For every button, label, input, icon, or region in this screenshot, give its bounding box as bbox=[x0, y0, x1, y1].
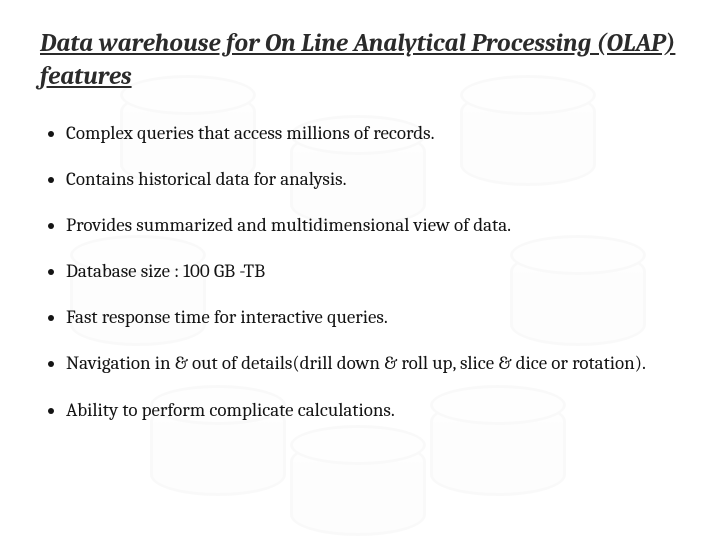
list-item: Contains historical data for analysis. bbox=[66, 161, 686, 197]
list-item: Navigation in & out of details(drill dow… bbox=[66, 345, 686, 381]
slide-title: Data warehouse for On Line Analytical Pr… bbox=[40, 28, 686, 93]
list-item: Complex queries that access millions of … bbox=[66, 115, 686, 151]
list-item: Fast response time for interactive queri… bbox=[66, 299, 686, 335]
bullet-list: Complex queries that access millions of … bbox=[34, 115, 686, 428]
list-item: Ability to perform complicate calculatio… bbox=[66, 392, 686, 428]
list-item: Provides summarized and multidimensional… bbox=[66, 207, 686, 243]
slide-content: Data warehouse for On Line Analytical Pr… bbox=[0, 0, 720, 458]
list-item: Database size : 100 GB -TB bbox=[66, 253, 686, 289]
